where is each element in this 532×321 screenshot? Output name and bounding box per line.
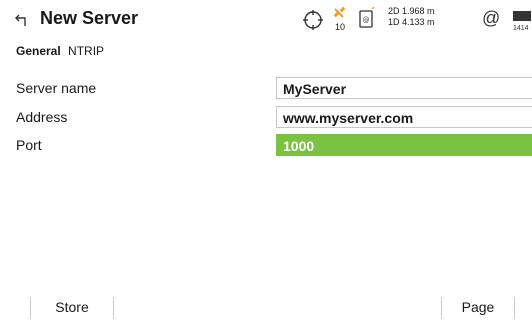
port-field[interactable]: 1000 [276,134,532,156]
address-value: www.myserver.com [283,110,414,126]
connection-at-icon[interactable]: @ [482,8,500,29]
softkey-bar: Store Page [0,293,532,321]
page-button[interactable]: Page [442,293,514,321]
port-label: Port [16,137,42,153]
title-bar: New Server 10 @ 2D 1.968 m 1D 4.133 m @ … [0,0,532,40]
crosshair-target-icon[interactable] [302,9,324,31]
port-value: 1000 [283,138,315,154]
address-field[interactable]: www.myserver.com [276,106,532,128]
tab-bar: General NTRIP [16,44,108,60]
satellite-count: 10 [334,22,345,32]
server-name-label: Server name [16,80,97,96]
precision-1d: 1D 4.133 m [388,17,435,27]
screen: New Server 10 @ 2D 1.968 m 1D 4.133 m @ … [0,0,532,321]
tab-ntrip[interactable]: NTRIP [68,44,104,58]
port-row: Port 1000 [0,134,532,156]
battery-label: 1414 [513,25,529,32]
softkey-divider [113,297,114,319]
tab-general[interactable]: General [16,44,61,58]
device-icon[interactable]: @ [358,6,376,29]
svg-text:@: @ [363,16,370,24]
store-button[interactable]: Store [31,293,113,321]
address-row: Address www.myserver.com [0,106,532,128]
server-name-value: MyServer [283,81,347,97]
server-name-field[interactable]: MyServer [276,77,532,99]
back-arrow-icon[interactable] [14,12,30,28]
softkey-divider [514,297,515,319]
precision-2d: 2D 1.968 m [388,6,435,16]
address-label: Address [16,109,68,125]
server-name-row: Server name MyServer [0,77,532,99]
precision-readout: 2D 1.968 m 1D 4.133 m [388,6,435,28]
page-title: New Server [40,8,139,28]
